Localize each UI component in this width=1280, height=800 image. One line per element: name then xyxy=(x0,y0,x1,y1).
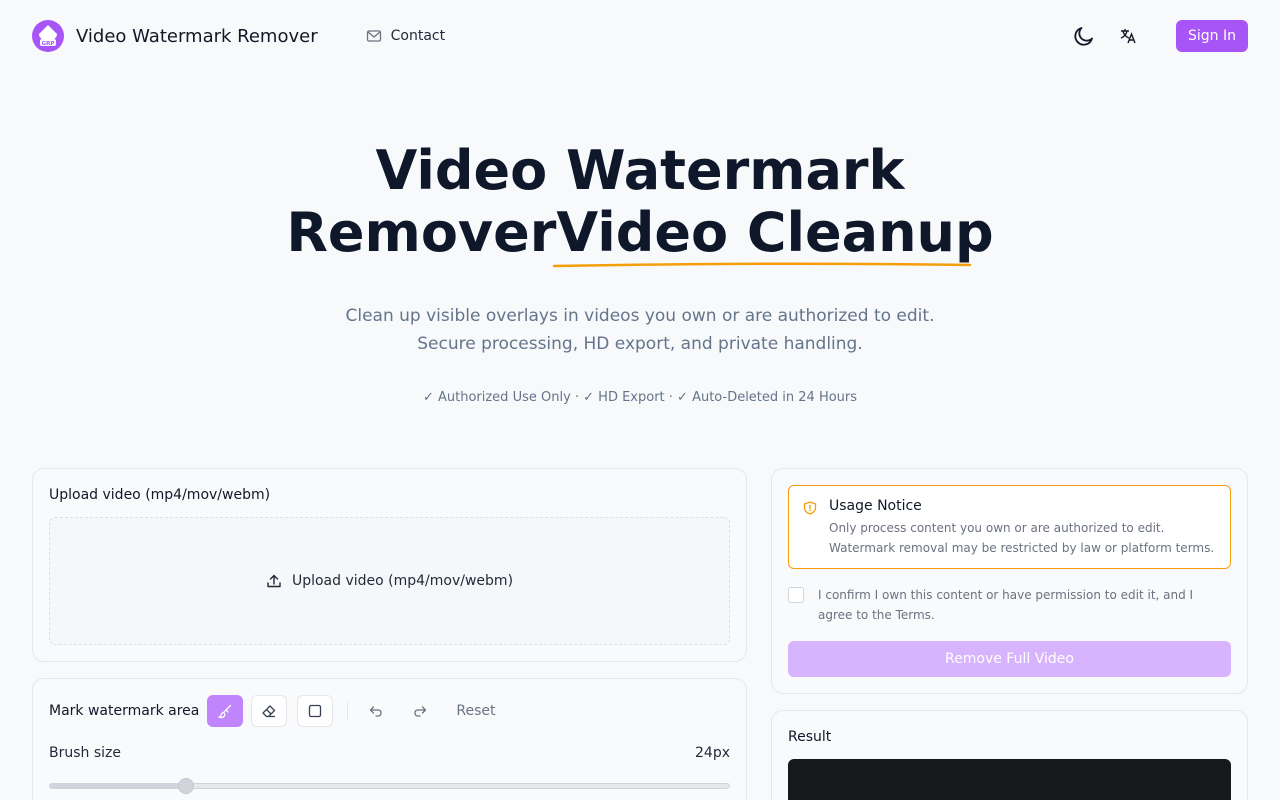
notice-text: Only process content you own or are auth… xyxy=(829,521,1215,555)
brush-size-slider[interactable] xyxy=(49,778,730,794)
hero-title-plain: Remover xyxy=(286,201,557,264)
toolbar-divider xyxy=(347,701,349,721)
result-card: Result xyxy=(771,710,1248,800)
hero-subtitle-line2: Secure processing, HD export, and privat… xyxy=(417,334,863,354)
language-button[interactable] xyxy=(1112,20,1144,52)
notice-title: Usage Notice xyxy=(829,498,922,514)
brush-tool-button[interactable] xyxy=(207,695,244,727)
sign-in-button[interactable]: Sign In xyxy=(1176,20,1248,52)
confirm-text: I confirm I own this content or have per… xyxy=(818,588,1194,622)
remove-full-video-button[interactable]: Remove Full Video xyxy=(788,641,1231,677)
brand-name[interactable]: Video Watermark Remover xyxy=(76,26,318,47)
result-preview xyxy=(788,759,1231,800)
upload-dropzone[interactable]: Upload video (mp4/mov/webm) xyxy=(49,517,730,645)
hero-title-highlight-text: Video Cleanup xyxy=(556,201,994,264)
confirm-checkbox[interactable] xyxy=(788,587,804,603)
translate-icon xyxy=(1120,29,1136,44)
mark-area-card: Mark watermark area Reset Brush size 24p… xyxy=(32,678,747,800)
rectangle-tool-button[interactable] xyxy=(297,695,334,727)
result-title: Result xyxy=(788,729,832,745)
brush-size-thumb[interactable] xyxy=(178,778,194,794)
shield-alert-icon xyxy=(803,501,817,515)
hero-title-line1: Video Watermark xyxy=(375,139,905,202)
header-actions: Sign In xyxy=(1068,20,1248,52)
square-icon xyxy=(309,704,322,718)
hero-title: Video Watermark RemoverVideo Cleanup xyxy=(0,139,1280,268)
confirm-row: I confirm I own this content or have per… xyxy=(788,585,1231,625)
contact-label: Contact xyxy=(390,28,446,44)
hero-subtitle: Clean up visible overlays in videos you … xyxy=(0,302,1280,358)
brush-size-fill xyxy=(50,783,186,789)
contact-link[interactable]: Contact xyxy=(366,28,445,44)
feature-badges: ✓ Authorized Use Only · ✓ HD Export · ✓ … xyxy=(422,390,858,405)
top-nav: GRP Video Watermark Remover Contact Sign… xyxy=(0,0,1280,72)
logo-icon[interactable]: GRP xyxy=(32,20,64,52)
upload-card-title: Upload video (mp4/mov/webm) xyxy=(49,487,271,503)
undo-button[interactable] xyxy=(362,695,390,727)
hero-subtitle-line1: Clean up visible overlays in videos you … xyxy=(345,306,935,326)
theme-toggle-button[interactable] xyxy=(1068,20,1100,52)
moon-icon xyxy=(1074,27,1093,46)
hero-title-highlight: Video Cleanup xyxy=(553,201,994,268)
usage-notice: Usage Notice Only process content you ow… xyxy=(788,485,1231,569)
eraser-tool-button[interactable] xyxy=(251,695,288,727)
brush-size-value: 24px xyxy=(695,745,730,761)
mark-area-title: Mark watermark area xyxy=(49,703,200,719)
hero-section: Video Watermark RemoverVideo Cleanup Cle… xyxy=(0,139,1280,406)
highlight-underline xyxy=(553,262,972,268)
brush-icon xyxy=(218,704,232,719)
eraser-icon xyxy=(262,705,276,718)
redo-button[interactable] xyxy=(406,695,434,727)
mail-icon xyxy=(366,30,381,42)
mark-toolbar: Mark watermark area Reset xyxy=(49,695,495,727)
upload-label: Upload video (mp4/mov/webm) xyxy=(291,573,514,589)
undo-icon xyxy=(370,706,383,717)
logo-text: GRP xyxy=(42,41,55,47)
upload-card: Upload video (mp4/mov/webm) Upload video… xyxy=(32,468,747,662)
usage-notice-card: Usage Notice Only process content you ow… xyxy=(771,468,1248,694)
redo-icon xyxy=(414,706,427,717)
brush-size-label: Brush size xyxy=(49,745,121,761)
reset-button[interactable]: Reset xyxy=(456,703,495,719)
upload-icon xyxy=(267,574,281,588)
